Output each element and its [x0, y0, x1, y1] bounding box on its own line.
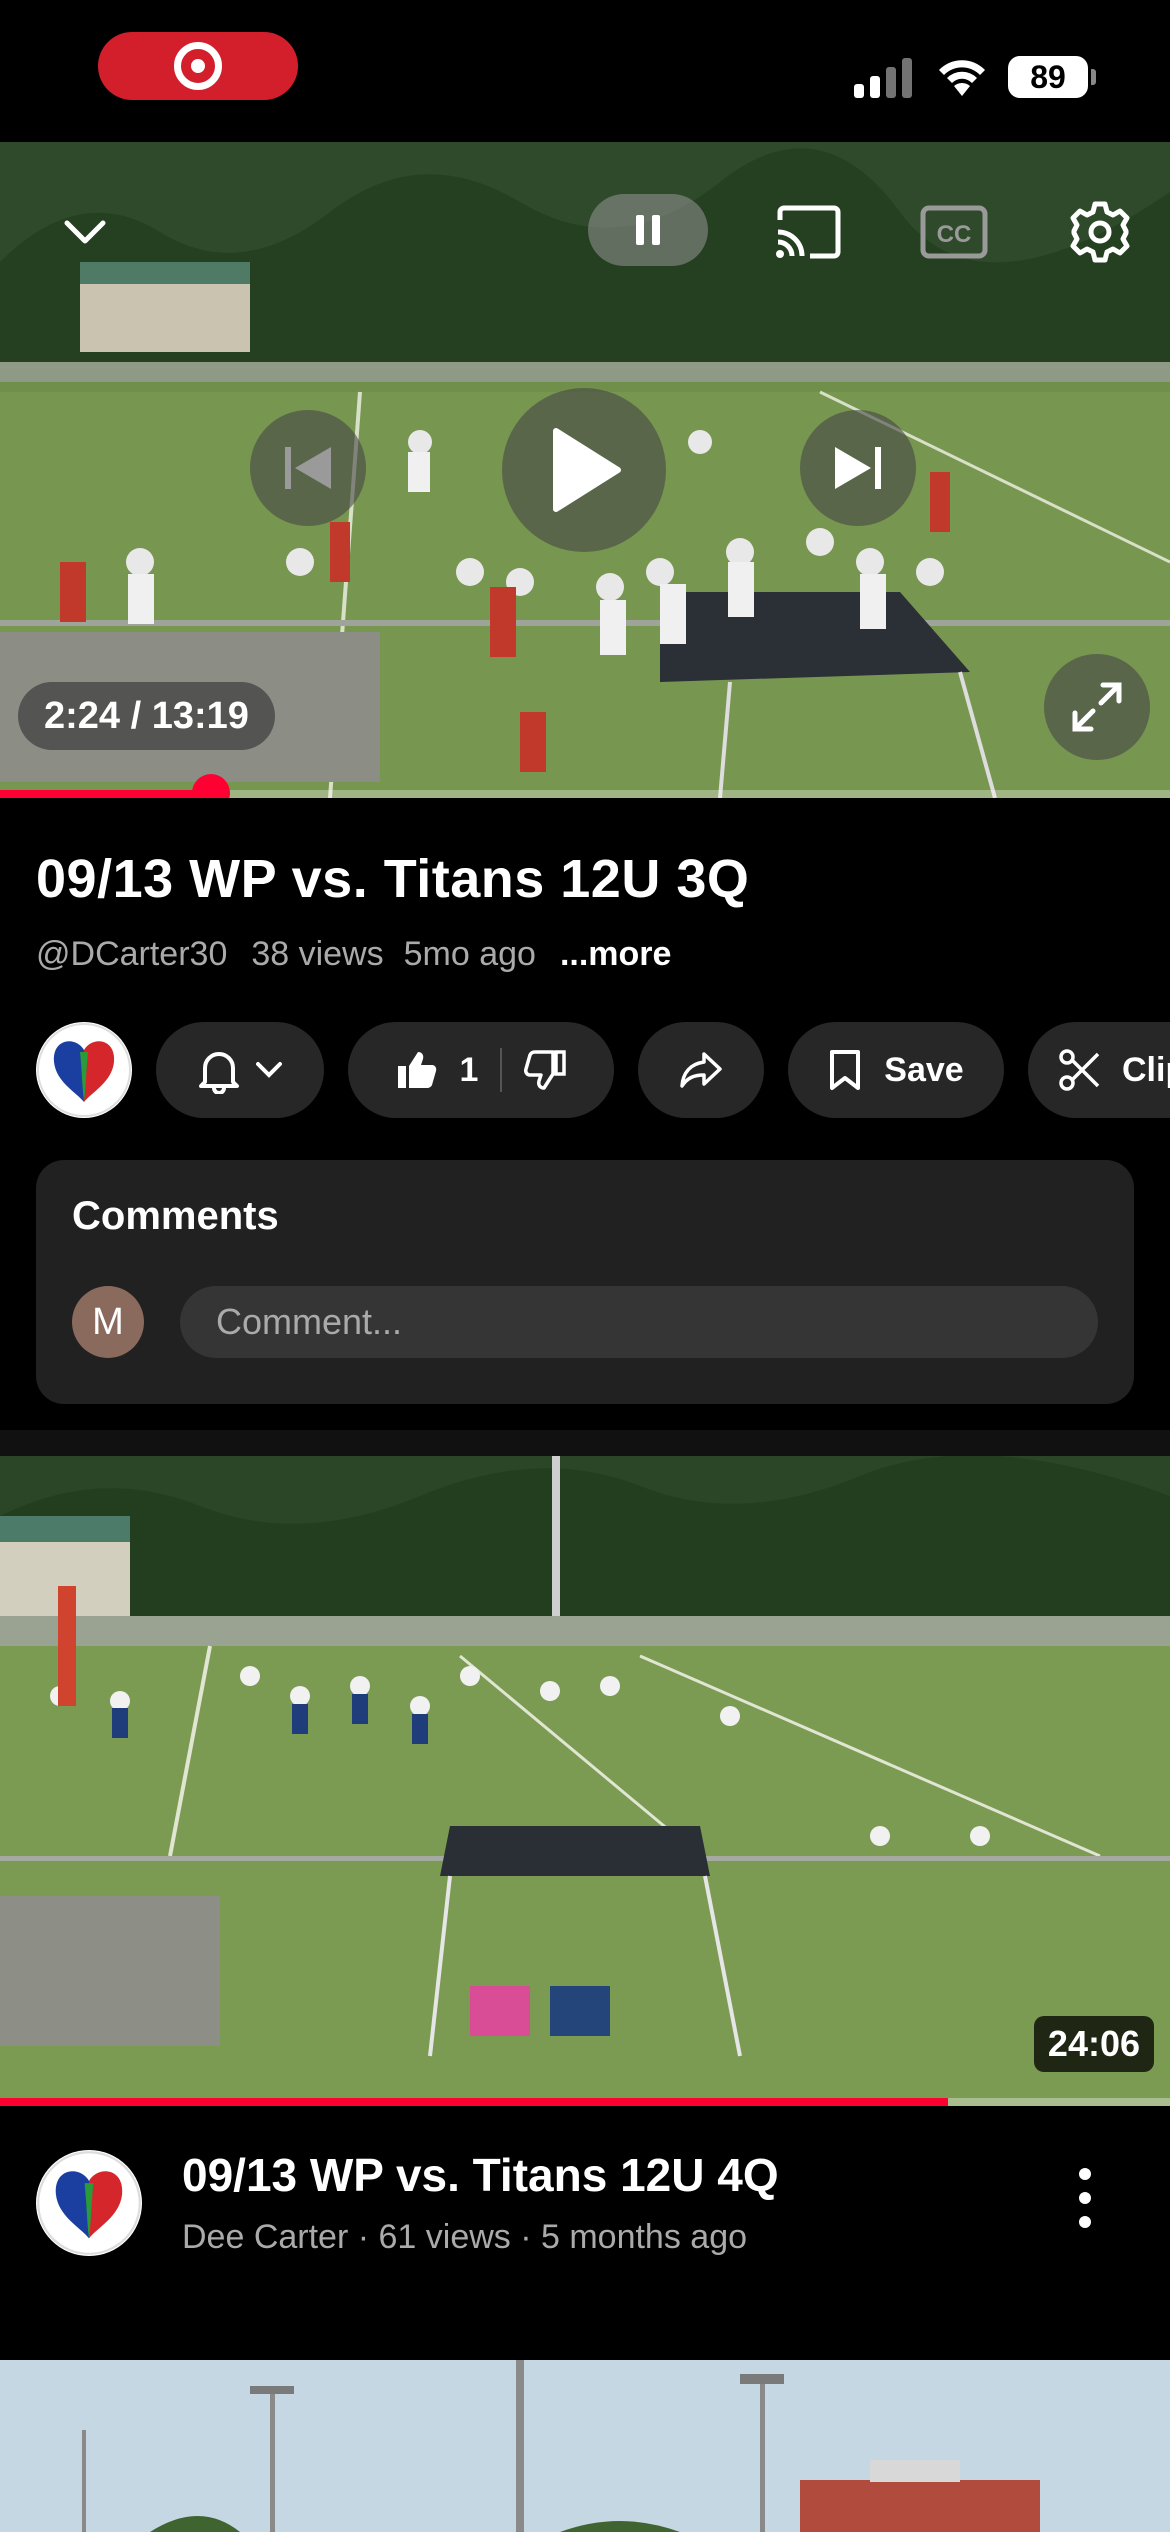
save-button[interactable]: Save — [788, 1022, 1004, 1118]
wifi-icon — [936, 52, 988, 96]
view-count: 38 views — [251, 935, 384, 973]
cellular-signal-icon — [854, 58, 914, 98]
closed-captions-icon: CC — [920, 205, 988, 259]
scissors-icon — [1059, 1049, 1100, 1091]
bookmark-icon — [830, 1050, 861, 1090]
share-icon — [680, 1052, 722, 1088]
bell-icon — [199, 1052, 239, 1094]
more-options-button[interactable] — [1060, 2158, 1110, 2238]
svg-text:CC: CC — [937, 221, 972, 248]
next-video-subtitle: Dee Carter · 61 views · 5 months ago — [182, 2218, 748, 2256]
video-duration: 24:06 — [1033, 2016, 1154, 2072]
video-title[interactable]: 09/13 WP vs. Titans 12U 3Q — [36, 848, 749, 910]
captions-button[interactable]: CC — [916, 194, 992, 270]
next-video-info[interactable]: 09/13 WP vs. Titans 12U 4Q Dee Carter · … — [0, 2106, 1170, 2356]
chevron-down-icon — [256, 1062, 282, 1078]
channel-handle[interactable]: @DCarter30 — [36, 935, 227, 974]
video-metadata[interactable]: @DCarter30 38 views 5mo ago ...more — [36, 935, 671, 974]
channel-avatar[interactable] — [36, 2150, 142, 2256]
previous-video-button[interactable] — [250, 410, 366, 526]
watched-progress-fill — [0, 2098, 948, 2106]
settings-button[interactable] — [1060, 192, 1140, 272]
previous-icon — [285, 447, 331, 489]
seek-bar-progress — [0, 790, 211, 798]
pause-icon — [636, 215, 660, 245]
like-count: 1 — [459, 1050, 479, 1089]
minimize-button[interactable] — [50, 202, 120, 262]
next-icon — [835, 447, 881, 489]
settings-gear-icon — [1070, 201, 1130, 263]
cast-button[interactable] — [770, 194, 846, 270]
action-row: 1 Save Clip — [0, 1020, 1170, 1122]
comments-panel[interactable]: Comments M Comment... — [36, 1160, 1134, 1404]
share-button[interactable] — [638, 1022, 764, 1118]
section-separator — [0, 1430, 1170, 1456]
comments-heading: Comments — [72, 1194, 279, 1238]
thumbs-up-icon — [397, 1052, 436, 1088]
like-dislike-group: 1 — [348, 1022, 614, 1118]
thumbnail-frame — [0, 1456, 1170, 2106]
battery-icon: 89 — [1008, 56, 1096, 98]
screen-record-indicator[interactable] — [98, 32, 298, 100]
thumbnail-frame — [0, 2360, 1170, 2532]
watched-progress — [0, 2098, 1170, 2106]
fullscreen-icon — [1072, 682, 1122, 732]
time-display: 2:24 / 13:19 — [18, 682, 275, 750]
like-button[interactable]: 1 — [394, 1048, 479, 1092]
channel-logo — [37, 1023, 131, 1117]
following-video-thumbnail[interactable] — [0, 2360, 1170, 2532]
seek-bar[interactable] — [0, 774, 1170, 798]
clip-button[interactable]: Clip — [1028, 1022, 1170, 1118]
play-icon — [553, 428, 621, 512]
next-video-thumbnail[interactable]: 24:06 — [0, 1456, 1170, 2106]
next-video-title[interactable]: 09/13 WP vs. Titans 12U 4Q — [182, 2148, 779, 2202]
channel-avatar[interactable] — [36, 1022, 132, 1118]
play-button[interactable] — [502, 388, 666, 552]
save-label: Save — [884, 1050, 964, 1089]
cast-icon — [776, 205, 841, 259]
subscribe-notification-button[interactable] — [156, 1022, 324, 1118]
dislike-button[interactable] — [524, 1048, 568, 1092]
kebab-menu-icon — [1079, 2168, 1091, 2228]
autoplay-toggle[interactable] — [588, 194, 708, 266]
like-divider — [500, 1048, 503, 1092]
status-bar: 89 — [0, 0, 1170, 142]
video-player[interactable]: CC 2:24 / 13:19 — [0, 142, 1170, 798]
thumbs-down-icon — [524, 1050, 567, 1090]
comment-input[interactable]: Comment... — [180, 1286, 1098, 1358]
clip-label: Clip — [1122, 1050, 1170, 1089]
more-link[interactable]: ...more — [560, 935, 671, 974]
next-video-button[interactable] — [800, 410, 916, 526]
chevron-down-icon — [64, 220, 106, 244]
channel-logo — [37, 2151, 141, 2255]
fullscreen-button[interactable] — [1044, 654, 1150, 760]
screen-record-icon — [174, 42, 222, 90]
upload-age: 5mo ago — [403, 935, 536, 973]
user-avatar: M — [72, 1286, 144, 1358]
